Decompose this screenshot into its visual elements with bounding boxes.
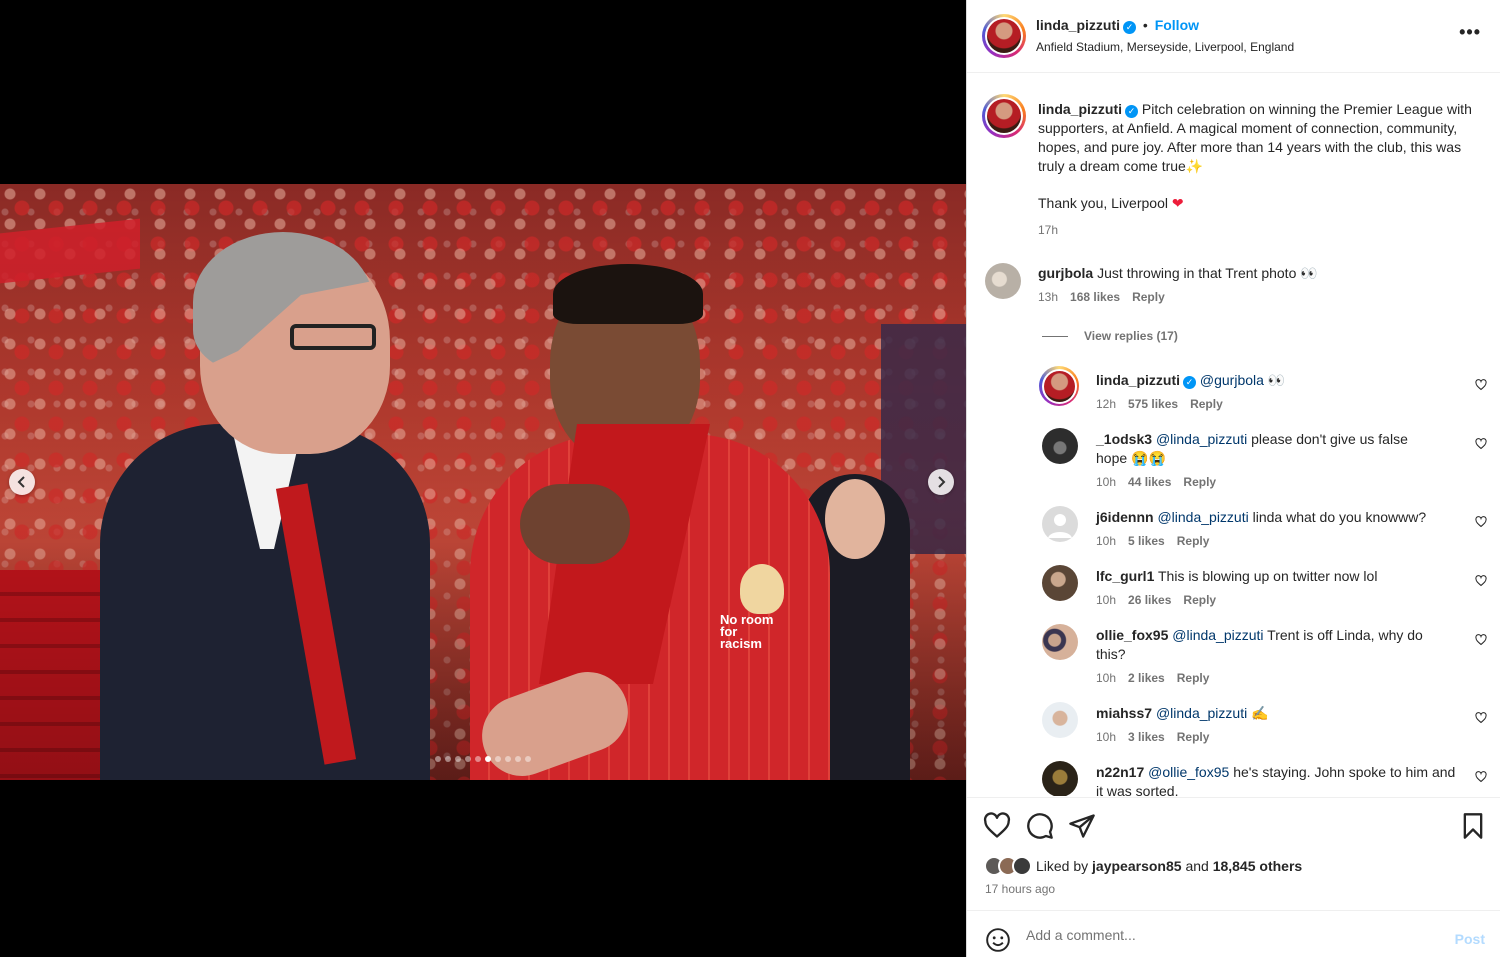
comment-avatar[interactable]: [1042, 565, 1078, 601]
comment-avatar[interactable]: [1042, 624, 1078, 660]
liker-username[interactable]: jaypearson85: [1092, 858, 1182, 874]
comment-bubble-icon[interactable]: [1026, 812, 1054, 840]
comment-avatar[interactable]: [1042, 702, 1078, 738]
media-viewer: No room for racism: [0, 0, 966, 957]
carousel-dot: [455, 756, 461, 762]
author-username[interactable]: linda_pizzuti: [1036, 17, 1120, 33]
comment-item: linda_pizzuti ✓ @gurjbola 👀 12h 575 likes R…: [1096, 371, 1487, 411]
glasses: [290, 324, 376, 350]
sleeve-patch-text: No room for racism: [720, 612, 774, 651]
carousel-dot: [525, 756, 531, 762]
caption-timestamp[interactable]: 17h: [1038, 223, 1058, 237]
more-options-button[interactable]: •••: [1459, 22, 1481, 43]
caption: linda_pizzuti ✓ Pitch celebration on winn…: [1038, 100, 1483, 176]
comment-mention[interactable]: @ollie_fox95: [1148, 764, 1229, 780]
caption-thanks: Thank you, Liverpool ❤: [1038, 195, 1184, 211]
comment-item: ollie_fox95 @linda_pizzuti Trent is off …: [1096, 626, 1487, 685]
carousel-dot: [485, 756, 491, 762]
post-header: linda_pizzuti ✓ • Follow Anfield Stadium,…: [967, 0, 1500, 73]
post-actions: Liked by jaypearson85 and 18,845 others …: [967, 797, 1500, 907]
comment-mention[interactable]: @linda_pizzuti: [1172, 627, 1263, 643]
heart-outline-icon[interactable]: [1475, 379, 1487, 391]
others-count[interactable]: 18,845 others: [1213, 858, 1303, 874]
comment-mention[interactable]: @linda_pizzuti: [1157, 509, 1248, 525]
heart-outline-icon[interactable]: [1475, 771, 1487, 783]
post-sidebar: linda_pizzuti ✓ • Follow Anfield Stadium,…: [966, 0, 1500, 957]
carousel-prev-button[interactable]: [9, 469, 35, 495]
carousel-dot: [495, 756, 501, 762]
comment-avatar[interactable]: [1042, 506, 1078, 542]
verified-badge-icon: ✓: [1123, 21, 1136, 34]
post-location[interactable]: Anfield Stadium, Merseyside, Liverpool, …: [1036, 40, 1294, 54]
carousel-dot: [515, 756, 521, 762]
comment-username[interactable]: j6idennn: [1096, 509, 1154, 525]
follow-button[interactable]: Follow: [1155, 17, 1199, 33]
carousel-dot: [475, 756, 481, 762]
comment-username[interactable]: gurjbola: [1038, 265, 1093, 281]
comment-item: _1odsk3 @linda_pizzuti please don't give…: [1096, 430, 1487, 489]
comment-item: j6idennn @linda_pizzuti linda what do yo…: [1096, 508, 1487, 548]
comment-input[interactable]: [1026, 924, 1426, 946]
carousel-dot: [435, 756, 441, 762]
default-avatar-icon: [1048, 514, 1072, 538]
comment-mention[interactable]: @linda_pizzuti: [1156, 705, 1247, 721]
view-replies-button[interactable]: View replies (17): [1042, 329, 1178, 343]
heart-outline-icon[interactable]: [1475, 575, 1487, 587]
add-comment-bar: Post: [967, 910, 1500, 957]
heart-outline-icon[interactable]: [1475, 438, 1487, 450]
emoji-icon[interactable]: [985, 927, 1011, 953]
red-heart-emoji: ❤: [1171, 195, 1184, 211]
comments-scroll-area[interactable]: linda_pizzuti ✓ Pitch celebration on winn…: [967, 74, 1500, 796]
carousel-dot: [445, 756, 451, 762]
comment-item: lfc_gurl1 This is blowing up on twitter …: [1096, 567, 1487, 607]
comment-username[interactable]: linda_pizzuti: [1096, 372, 1180, 388]
post-comment-button[interactable]: Post: [1455, 931, 1485, 947]
comment-item: gurjbola Just throwing in that Trent pho…: [1038, 265, 1318, 304]
carousel-indicator: [0, 756, 966, 762]
share-send-icon[interactable]: [1068, 812, 1096, 840]
heart-outline-icon[interactable]: [1475, 712, 1487, 724]
carousel-dot: [465, 756, 471, 762]
comment-avatar[interactable]: [1042, 428, 1078, 464]
liker-avatars[interactable]: [984, 856, 1032, 876]
caption-avatar[interactable]: [982, 94, 1026, 138]
carousel-dot: [505, 756, 511, 762]
comment-username[interactable]: ollie_fox95: [1096, 627, 1168, 643]
chevron-right-icon: [938, 476, 946, 488]
premier-league-lion-icon: [740, 564, 784, 614]
carousel-next-button[interactable]: [928, 469, 954, 495]
heart-outline-icon[interactable]: [1475, 634, 1487, 646]
comment-username[interactable]: n22n17: [1096, 764, 1144, 780]
chevron-left-icon: [17, 476, 25, 488]
likes-summary: Liked by jaypearson85 and 18,845 others: [984, 856, 1302, 876]
heart-outline-icon[interactable]: [1475, 516, 1487, 528]
instagram-post-modal: No room for racism linda_pizzuti ✓ • Fol…: [0, 0, 1500, 957]
author-avatar[interactable]: [982, 14, 1026, 58]
comment-avatar[interactable]: [1039, 366, 1079, 406]
comment-item: miahss7 @linda_pizzuti ✍ 10h 3 likes Reply: [1096, 704, 1487, 744]
comment-avatar[interactable]: [985, 263, 1021, 299]
caption-username[interactable]: linda_pizzuti: [1038, 101, 1122, 117]
verified-badge-icon: ✓: [1125, 105, 1138, 118]
save-bookmark-icon[interactable]: [1459, 812, 1487, 840]
comment-mention[interactable]: @gurjbola: [1200, 372, 1264, 388]
comment-item: n22n17 @ollie_fox95 he's staying. John s…: [1096, 763, 1487, 796]
comment-mention[interactable]: @linda_pizzuti: [1156, 431, 1247, 447]
comment-username[interactable]: miahss7: [1096, 705, 1152, 721]
verified-badge-icon: ✓: [1183, 376, 1196, 389]
comment-avatar[interactable]: [1042, 761, 1078, 796]
comment-username[interactable]: _1odsk3: [1096, 431, 1152, 447]
post-age[interactable]: 17 hours ago: [985, 882, 1055, 896]
post-photo[interactable]: No room for racism: [0, 184, 966, 780]
comment-username[interactable]: lfc_gurl1: [1096, 568, 1154, 584]
like-heart-icon[interactable]: [983, 812, 1011, 840]
